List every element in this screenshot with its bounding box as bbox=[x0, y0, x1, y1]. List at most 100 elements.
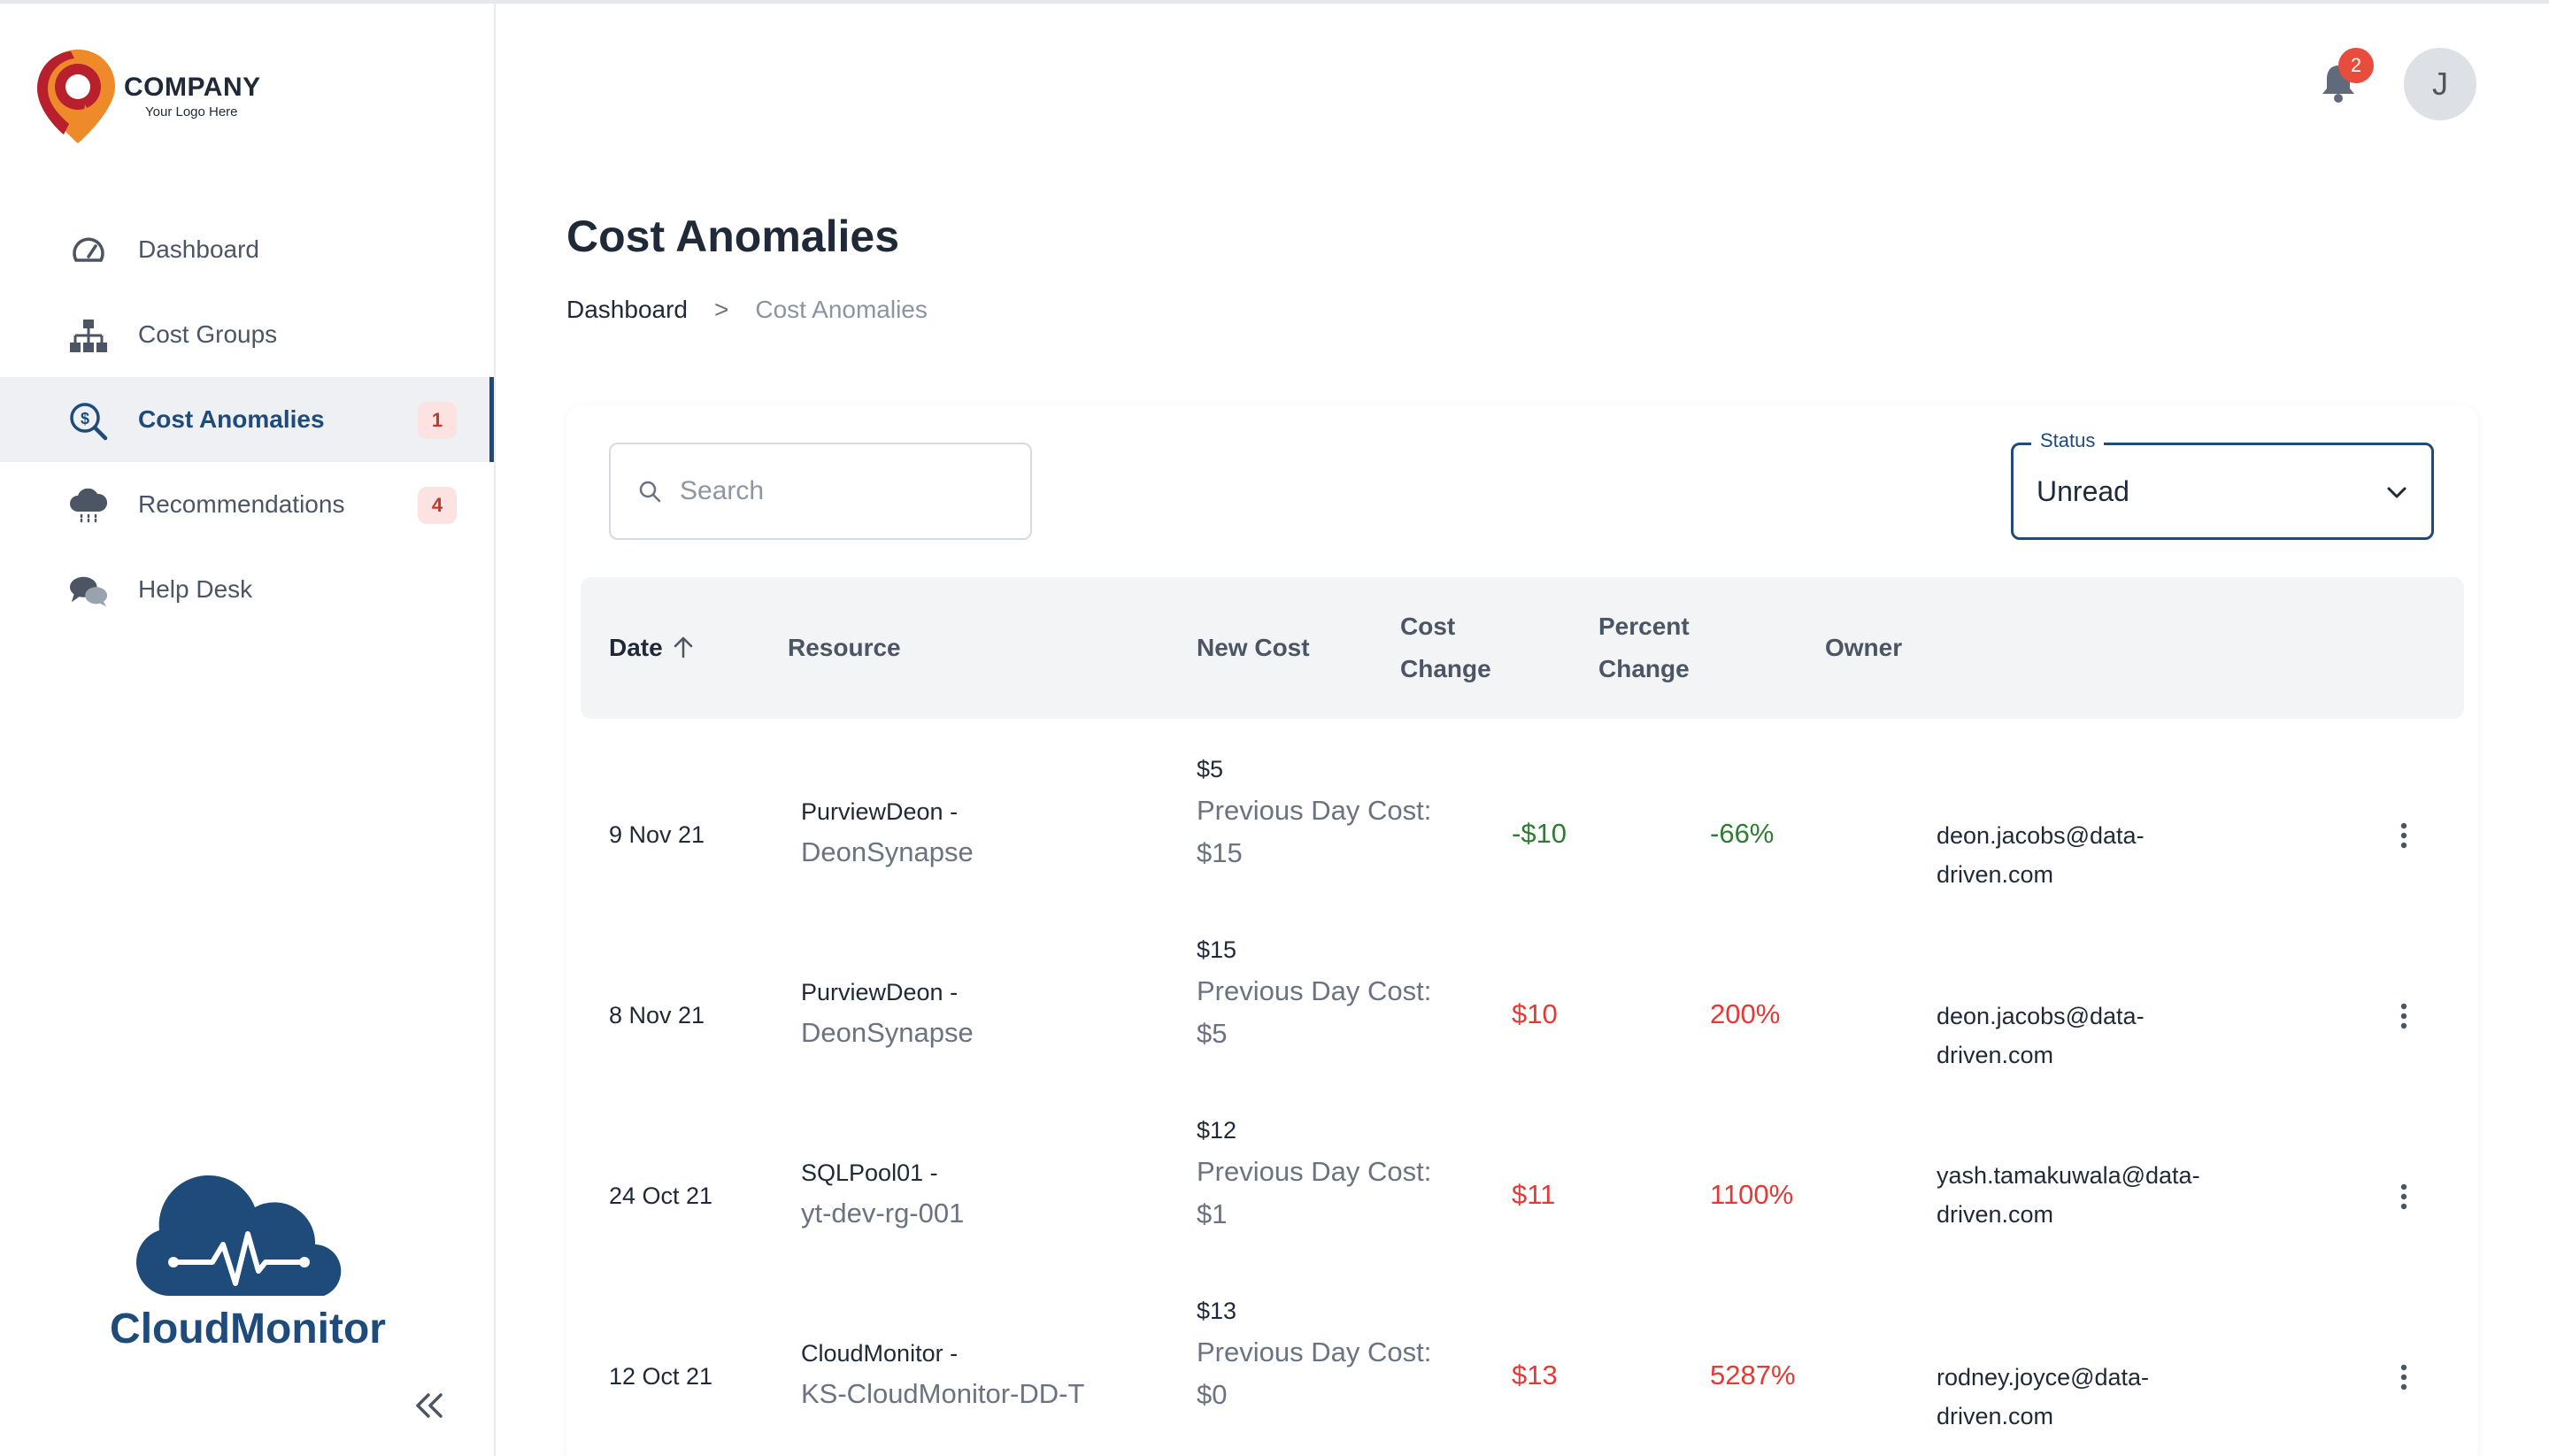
column-header-line: Change bbox=[1400, 655, 1491, 682]
new-cost-cell: $5 Previous Day Cost: $15 bbox=[1197, 749, 1431, 874]
brand-name: CloudMonitor bbox=[110, 1306, 386, 1352]
table-row[interactable]: 9 Nov 21 PurviewDeon - DeonSynapse $5 Pr… bbox=[566, 743, 2478, 924]
sidebar-item-cost-groups[interactable]: Cost Groups bbox=[0, 292, 494, 377]
column-header-line: Percent bbox=[1598, 612, 1690, 640]
new-cost-value: $12 bbox=[1197, 1117, 1237, 1144]
previous-cost-value: $0 bbox=[1197, 1379, 1228, 1410]
status-select-label: Status bbox=[2031, 429, 2105, 452]
search-input[interactable] bbox=[680, 476, 1016, 506]
resource-group: yt-dev-rg-001 bbox=[801, 1198, 965, 1229]
resource-cell: CloudMonitor - KS-CloudMonitor-DD-T bbox=[801, 1333, 1084, 1414]
sidebar-item-label: Recommendations bbox=[138, 490, 345, 518]
breadcrumb-home-link[interactable]: Dashboard bbox=[566, 296, 688, 324]
column-header-date[interactable]: Date bbox=[609, 627, 695, 669]
owner-email-line: yash.tamakuwala@data- bbox=[1937, 1162, 2200, 1189]
more-vertical-icon bbox=[2400, 822, 2407, 849]
date-cell: 12 Oct 21 bbox=[609, 1363, 713, 1390]
owner-cell: rodney.joyce@data-driven.com bbox=[1937, 1358, 2255, 1436]
sidebar-item-dashboard[interactable]: Dashboard bbox=[0, 207, 494, 292]
sidebar-item-recommendations[interactable]: Recommendations 4 bbox=[0, 462, 494, 547]
column-header-percent-change[interactable]: Percent Change bbox=[1598, 605, 1690, 690]
column-header-label: Date bbox=[609, 634, 663, 661]
table-row[interactable]: 12 Oct 21 CloudMonitor - KS-CloudMonitor… bbox=[566, 1285, 2478, 1456]
resource-group: KS-CloudMonitor-DD-T bbox=[801, 1378, 1085, 1409]
cost-change-cell: -$10 bbox=[1512, 818, 1567, 849]
row-actions-button[interactable] bbox=[2386, 818, 2422, 853]
resource-name: CloudMonitor - bbox=[801, 1340, 959, 1367]
avatar[interactable]: J bbox=[2404, 48, 2476, 120]
previous-cost-value: $1 bbox=[1197, 1198, 1228, 1229]
previous-cost-value: $15 bbox=[1197, 837, 1243, 868]
sidebar: COMPANY Your Logo Here Dashboard Cost Gr… bbox=[0, 4, 496, 1456]
resource-cell: SQLPool01 - yt-dev-rg-001 bbox=[801, 1152, 964, 1234]
owner-cell: yash.tamakuwala@data- driven.com bbox=[1937, 1156, 2255, 1234]
sidebar-item-label: Help Desk bbox=[138, 575, 253, 603]
date-cell: 9 Nov 21 bbox=[609, 821, 705, 848]
previous-cost-label: Previous Day Cost: bbox=[1197, 1156, 1432, 1187]
breadcrumb-separator: > bbox=[713, 296, 729, 323]
search-box[interactable] bbox=[609, 443, 1032, 540]
percent-change-cell: 200% bbox=[1710, 998, 1781, 1029]
owner-email: deon.jacobs@data-driven.com bbox=[1937, 822, 2145, 888]
column-header-line: Change bbox=[1598, 655, 1690, 682]
new-cost-cell: $12 Previous Day Cost: $1 bbox=[1197, 1110, 1431, 1236]
chevron-down-icon bbox=[2387, 487, 2407, 498]
anomalies-card: Status Unread Date Resource New Cost Cos… bbox=[566, 405, 2478, 1456]
cloud-heartbeat-icon bbox=[136, 1175, 342, 1296]
sidebar-item-cost-anomalies[interactable]: $ Cost Anomalies 1 bbox=[0, 377, 494, 462]
owner-cell: deon.jacobs@data-driven.com bbox=[1937, 997, 2255, 1075]
owner-email: deon.jacobs@data-driven.com bbox=[1937, 1003, 2145, 1068]
more-vertical-icon bbox=[2400, 1003, 2407, 1029]
resource-group: DeonSynapse bbox=[801, 836, 974, 867]
row-actions-button[interactable] bbox=[2386, 1179, 2422, 1214]
speedometer-icon bbox=[69, 235, 108, 267]
cost-change-cell: $11 bbox=[1512, 1179, 1556, 1210]
previous-cost-value: $5 bbox=[1197, 1018, 1228, 1049]
page-title: Cost Anomalies bbox=[566, 212, 900, 261]
row-actions-button[interactable] bbox=[2386, 998, 2422, 1034]
new-cost-value: $15 bbox=[1197, 936, 1237, 963]
previous-cost-label: Previous Day Cost: bbox=[1197, 975, 1432, 1006]
sidebar-item-label: Cost Anomalies bbox=[138, 405, 325, 433]
company-logo[interactable]: COMPANY Your Logo Here bbox=[35, 46, 301, 152]
search-icon bbox=[639, 481, 661, 503]
column-header-owner[interactable]: Owner bbox=[1825, 627, 1902, 669]
resource-name: PurviewDeon - bbox=[801, 979, 959, 1005]
sidebar-nav: Dashboard Cost Groups $ Cost Anomalies 1… bbox=[0, 207, 494, 632]
percent-change-cell: -66% bbox=[1710, 818, 1775, 849]
row-actions-button[interactable] bbox=[2386, 1360, 2422, 1395]
sidebar-item-help-desk[interactable]: Help Desk bbox=[0, 547, 494, 632]
svg-text:$: $ bbox=[81, 410, 89, 428]
new-cost-cell: $13 Previous Day Cost: $0 bbox=[1197, 1290, 1431, 1416]
double-chevron-left-icon bbox=[416, 1393, 443, 1418]
table-row[interactable]: 24 Oct 21 SQLPool01 - yt-dev-rg-001 $12 … bbox=[566, 1105, 2478, 1285]
owner-cell: deon.jacobs@data-driven.com bbox=[1937, 816, 2255, 894]
count-badge: 4 bbox=[418, 487, 457, 524]
breadcrumb-current: Cost Anomalies bbox=[755, 296, 928, 323]
date-cell: 24 Oct 21 bbox=[609, 1183, 713, 1209]
collapse-sidebar-button[interactable] bbox=[407, 1384, 450, 1427]
percent-change-cell: 5287% bbox=[1710, 1360, 1796, 1391]
cost-change-cell: $13 bbox=[1512, 1360, 1558, 1391]
column-header-resource[interactable]: Resource bbox=[788, 627, 901, 669]
sort-ascending-icon bbox=[674, 636, 692, 659]
percent-change-cell: 1100% bbox=[1710, 1179, 1794, 1210]
status-select[interactable]: Status Unread bbox=[2011, 429, 2434, 540]
new-cost-value: $13 bbox=[1197, 1298, 1237, 1324]
location-pin-logo-icon bbox=[37, 50, 115, 143]
more-vertical-icon bbox=[2400, 1183, 2407, 1210]
table-row[interactable]: 8 Nov 21 PurviewDeon - DeonSynapse $15 P… bbox=[566, 924, 2478, 1105]
sidebar-item-label: Cost Groups bbox=[138, 320, 278, 348]
cloudmonitor-logo: CloudMonitor bbox=[106, 1172, 389, 1358]
resource-name: PurviewDeon - bbox=[801, 798, 959, 825]
chat-bubbles-icon bbox=[69, 575, 108, 607]
new-cost-cell: $15 Previous Day Cost: $5 bbox=[1197, 929, 1431, 1055]
resource-cell: PurviewDeon - DeonSynapse bbox=[801, 791, 974, 873]
notification-count-badge: 2 bbox=[2338, 48, 2374, 83]
new-cost-value: $5 bbox=[1197, 756, 1224, 782]
resource-name: SQLPool01 - bbox=[801, 1159, 938, 1186]
sidebar-item-label: Dashboard bbox=[138, 235, 259, 263]
column-header-new-cost[interactable]: New Cost bbox=[1197, 627, 1310, 669]
column-header-line: Cost bbox=[1400, 612, 1456, 640]
column-header-cost-change[interactable]: Cost Change bbox=[1400, 605, 1491, 690]
